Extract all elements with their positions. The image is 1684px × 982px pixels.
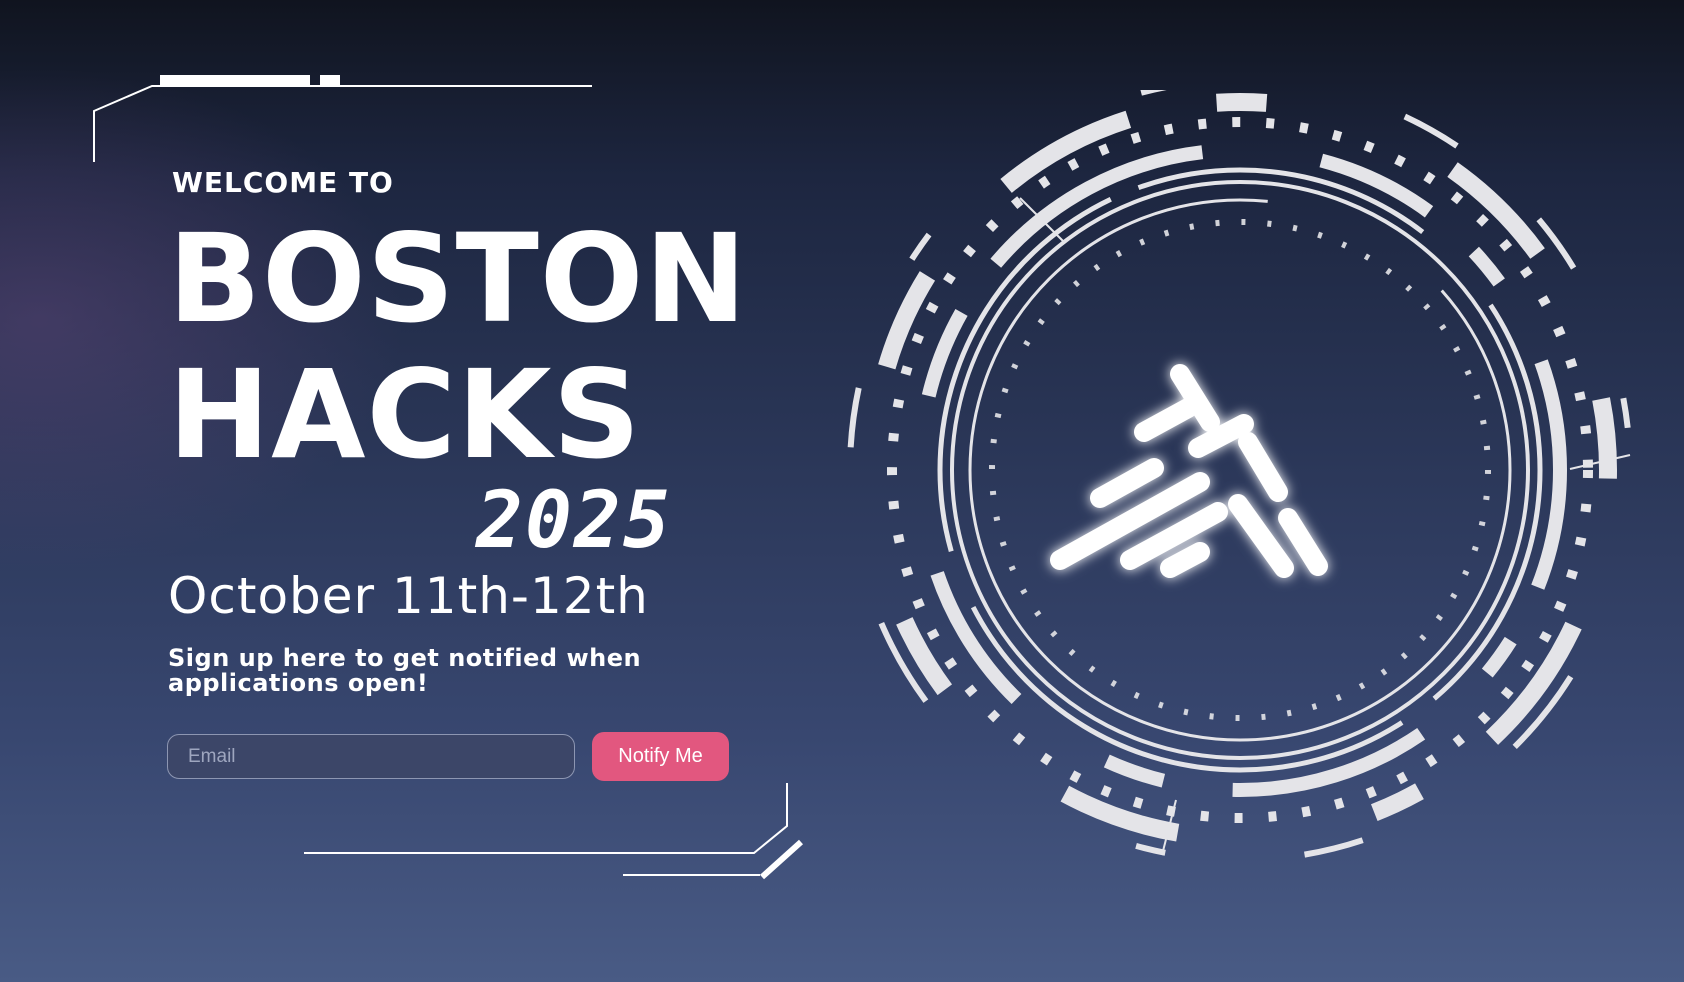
notify-me-button[interactable]: Notify Me (592, 732, 729, 781)
signup-description: Sign up here to get notified when applic… (168, 644, 642, 697)
logo-stripes-icon (1050, 364, 1328, 578)
welcome-heading: WELCOME TO (172, 166, 394, 199)
email-input[interactable] (167, 734, 575, 779)
event-title-line2: HACKS (168, 344, 642, 486)
event-dates: October 11th-12th (168, 567, 649, 625)
event-year: 2025 (476, 476, 672, 566)
event-title-line1: BOSTON (168, 208, 748, 350)
hud-ring-emblem (847, 90, 1633, 863)
